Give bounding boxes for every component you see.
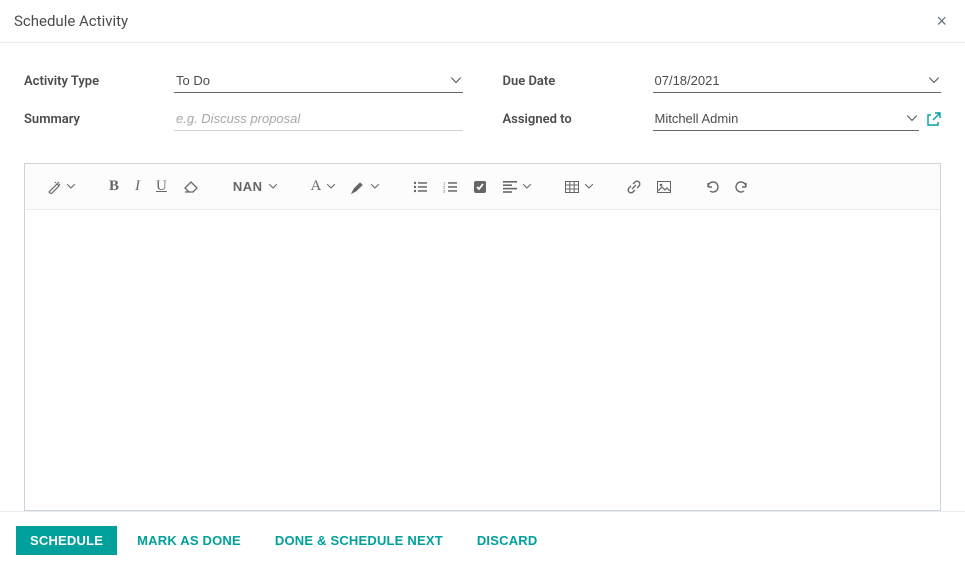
unordered-list-button[interactable] <box>405 175 435 199</box>
caret-down-icon <box>327 184 335 189</box>
eraser-button[interactable] <box>175 174 207 200</box>
underline-icon: U <box>156 178 167 195</box>
done-schedule-next-button[interactable]: DONE & SCHEDULE NEXT <box>261 526 457 555</box>
caret-down-icon <box>269 184 277 189</box>
discard-button[interactable]: DISCARD <box>463 526 552 555</box>
ordered-list-icon: 123 <box>443 181 457 193</box>
schedule-activity-modal: Schedule Activity × Activity Type Summar… <box>0 0 965 569</box>
summary-label: Summary <box>24 112 174 127</box>
close-button[interactable]: × <box>932 12 951 30</box>
eraser-icon <box>183 180 199 194</box>
modal-title: Schedule Activity <box>14 12 128 30</box>
editor-toolbar: B I U NAN A <box>25 164 940 210</box>
schedule-button[interactable]: SCHEDULE <box>16 526 117 555</box>
summary-input[interactable] <box>174 107 463 131</box>
table-button[interactable] <box>557 175 601 199</box>
close-icon: × <box>936 11 947 31</box>
assigned-to-label: Assigned to <box>503 112 653 127</box>
unordered-list-icon <box>413 181 427 193</box>
checklist-icon <box>473 180 487 194</box>
rich-text-editor: B I U NAN A <box>24 163 941 511</box>
redo-icon <box>735 180 749 194</box>
assigned-to-input[interactable] <box>653 107 920 131</box>
modal-body: Activity Type Summary <box>0 43 965 511</box>
editor-content-area[interactable] <box>25 210 940 510</box>
font-color-button[interactable]: A <box>303 172 344 201</box>
magic-wand-icon <box>47 180 61 194</box>
due-date-label: Due Date <box>503 74 653 89</box>
activity-type-input[interactable] <box>174 69 463 93</box>
caret-down-icon <box>585 184 593 189</box>
mark-as-done-button[interactable]: MARK AS DONE <box>123 526 255 555</box>
redo-button[interactable] <box>727 174 757 200</box>
align-icon <box>503 181 517 193</box>
undo-icon <box>705 180 719 194</box>
highlight-button[interactable] <box>343 174 387 200</box>
modal-header: Schedule Activity × <box>0 0 965 43</box>
font-size-label: NAN <box>233 179 263 194</box>
activity-type-label: Activity Type <box>24 74 174 89</box>
undo-button[interactable] <box>697 174 727 200</box>
ordered-list-button[interactable]: 123 <box>435 175 465 199</box>
modal-footer: SCHEDULE MARK AS DONE DONE & SCHEDULE NE… <box>0 511 965 569</box>
caret-down-icon <box>523 184 531 189</box>
font-size-button[interactable]: NAN <box>225 173 285 200</box>
align-button[interactable] <box>495 175 539 199</box>
checklist-button[interactable] <box>465 174 495 200</box>
caret-down-icon <box>371 184 379 189</box>
caret-down-icon <box>67 184 75 189</box>
bold-icon: B <box>109 178 119 195</box>
italic-icon: I <box>135 178 140 195</box>
table-icon <box>565 181 579 193</box>
link-button[interactable] <box>619 174 649 200</box>
bold-button[interactable]: B <box>101 172 127 201</box>
svg-text:3: 3 <box>443 188 446 193</box>
image-button[interactable] <box>649 175 679 199</box>
italic-button[interactable]: I <box>127 172 148 201</box>
underline-button[interactable]: U <box>148 172 175 201</box>
highlight-icon <box>351 180 365 194</box>
external-link-button[interactable] <box>927 112 941 126</box>
due-date-field[interactable] <box>653 69 942 93</box>
font-color-icon: A <box>311 178 322 195</box>
magic-wand-button[interactable] <box>39 174 83 200</box>
external-link-icon <box>927 112 941 126</box>
image-icon <box>657 181 671 193</box>
activity-type-field[interactable] <box>174 69 463 93</box>
link-icon <box>627 180 641 194</box>
due-date-input[interactable] <box>653 69 942 93</box>
assigned-to-field[interactable] <box>653 107 920 131</box>
